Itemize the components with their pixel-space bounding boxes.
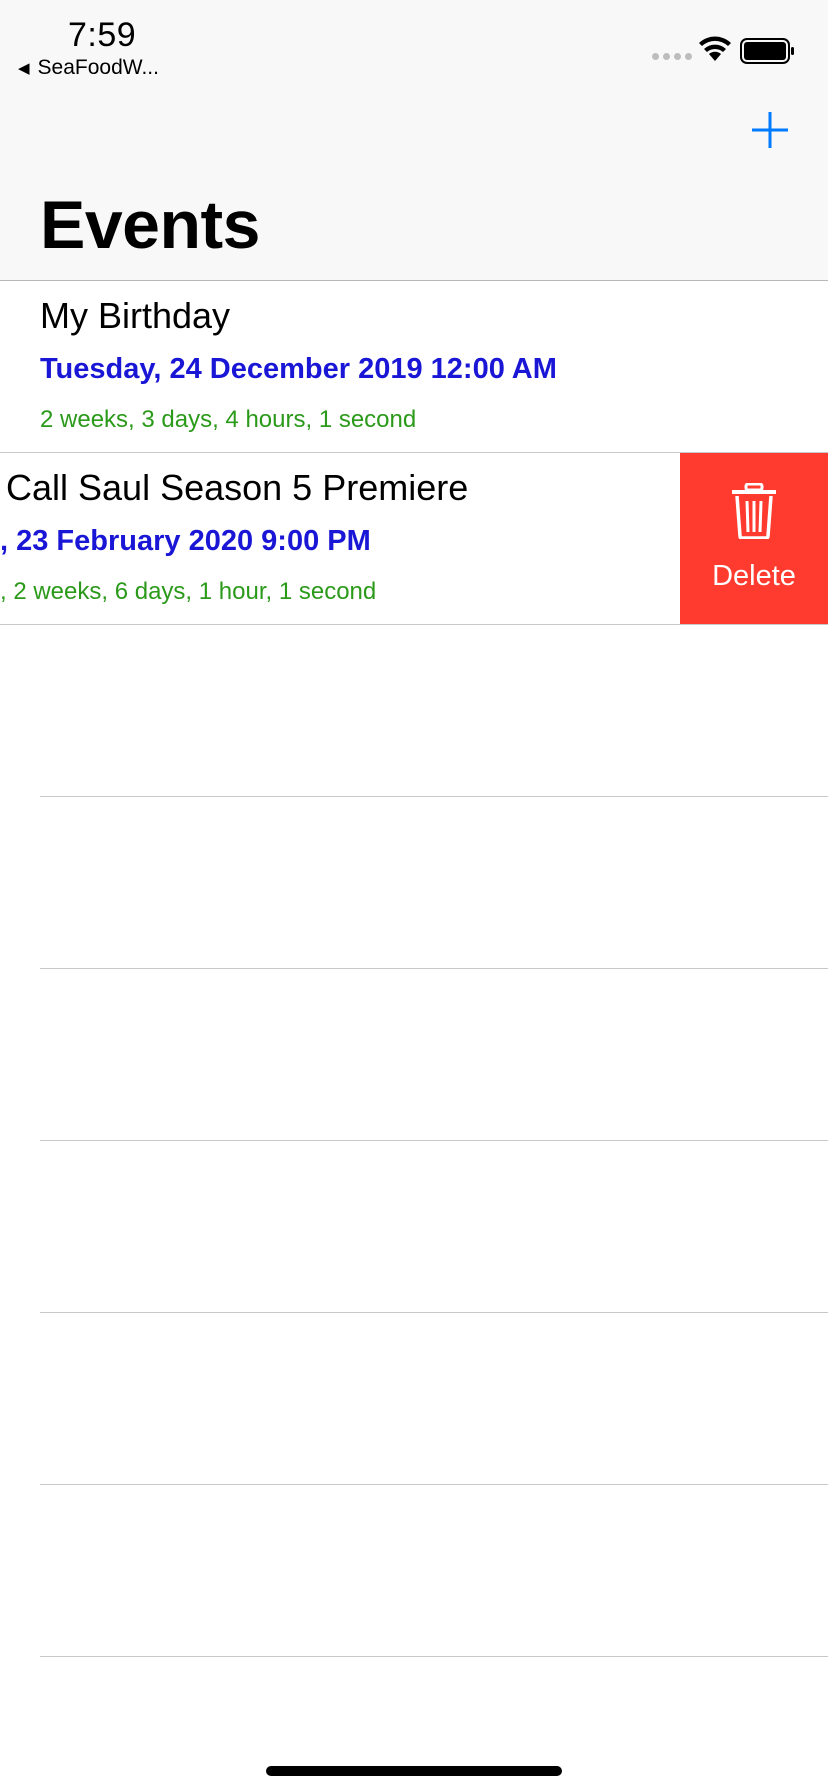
event-title: My Birthday: [40, 295, 231, 336]
event-date: , 23 February 2020 9:00 PM: [0, 525, 371, 557]
battery-icon: [740, 38, 794, 64]
event-date: Tuesday, 24 December 2019 12:00 AM: [40, 353, 557, 385]
event-row-swiped[interactable]: Call Saul Season 5 Premiere , 23 Februar…: [0, 453, 828, 625]
empty-row: [40, 1141, 828, 1313]
page-title: Events: [40, 187, 261, 263]
delete-button[interactable]: Delete: [680, 453, 828, 624]
empty-row: [40, 969, 828, 1141]
back-to-app-button[interactable]: ◀ SeaFoodW...: [18, 56, 159, 80]
wifi-icon: [699, 36, 731, 61]
cellular-signal-icon: [652, 53, 692, 60]
empty-row: [40, 625, 828, 797]
empty-row: [40, 1485, 828, 1657]
event-row[interactable]: My Birthday Tuesday, 24 December 2019 12…: [0, 281, 828, 453]
trash-icon: [732, 483, 776, 539]
delete-label: Delete: [712, 560, 796, 592]
status-time: 7:59: [68, 16, 137, 54]
back-app-label: SeaFoodW...: [37, 56, 159, 79]
add-event-button[interactable]: [748, 108, 792, 152]
empty-row: [40, 1313, 828, 1485]
event-countdown: , 2 weeks, 6 days, 1 hour, 1 second: [0, 578, 377, 605]
status-bar: 7:59 ◀ SeaFoodW...: [0, 0, 828, 92]
event-countdown: 2 weeks, 3 days, 4 hours, 1 second: [40, 406, 417, 433]
navigation-bar: Events: [0, 92, 828, 281]
empty-row: [40, 797, 828, 969]
events-list: My Birthday Tuesday, 24 December 2019 12…: [0, 281, 828, 1657]
home-indicator[interactable]: [266, 1766, 562, 1776]
back-triangle-icon: ◀: [18, 60, 30, 77]
plus-icon: [752, 112, 788, 148]
event-title: Call Saul Season 5 Premiere: [6, 467, 469, 508]
